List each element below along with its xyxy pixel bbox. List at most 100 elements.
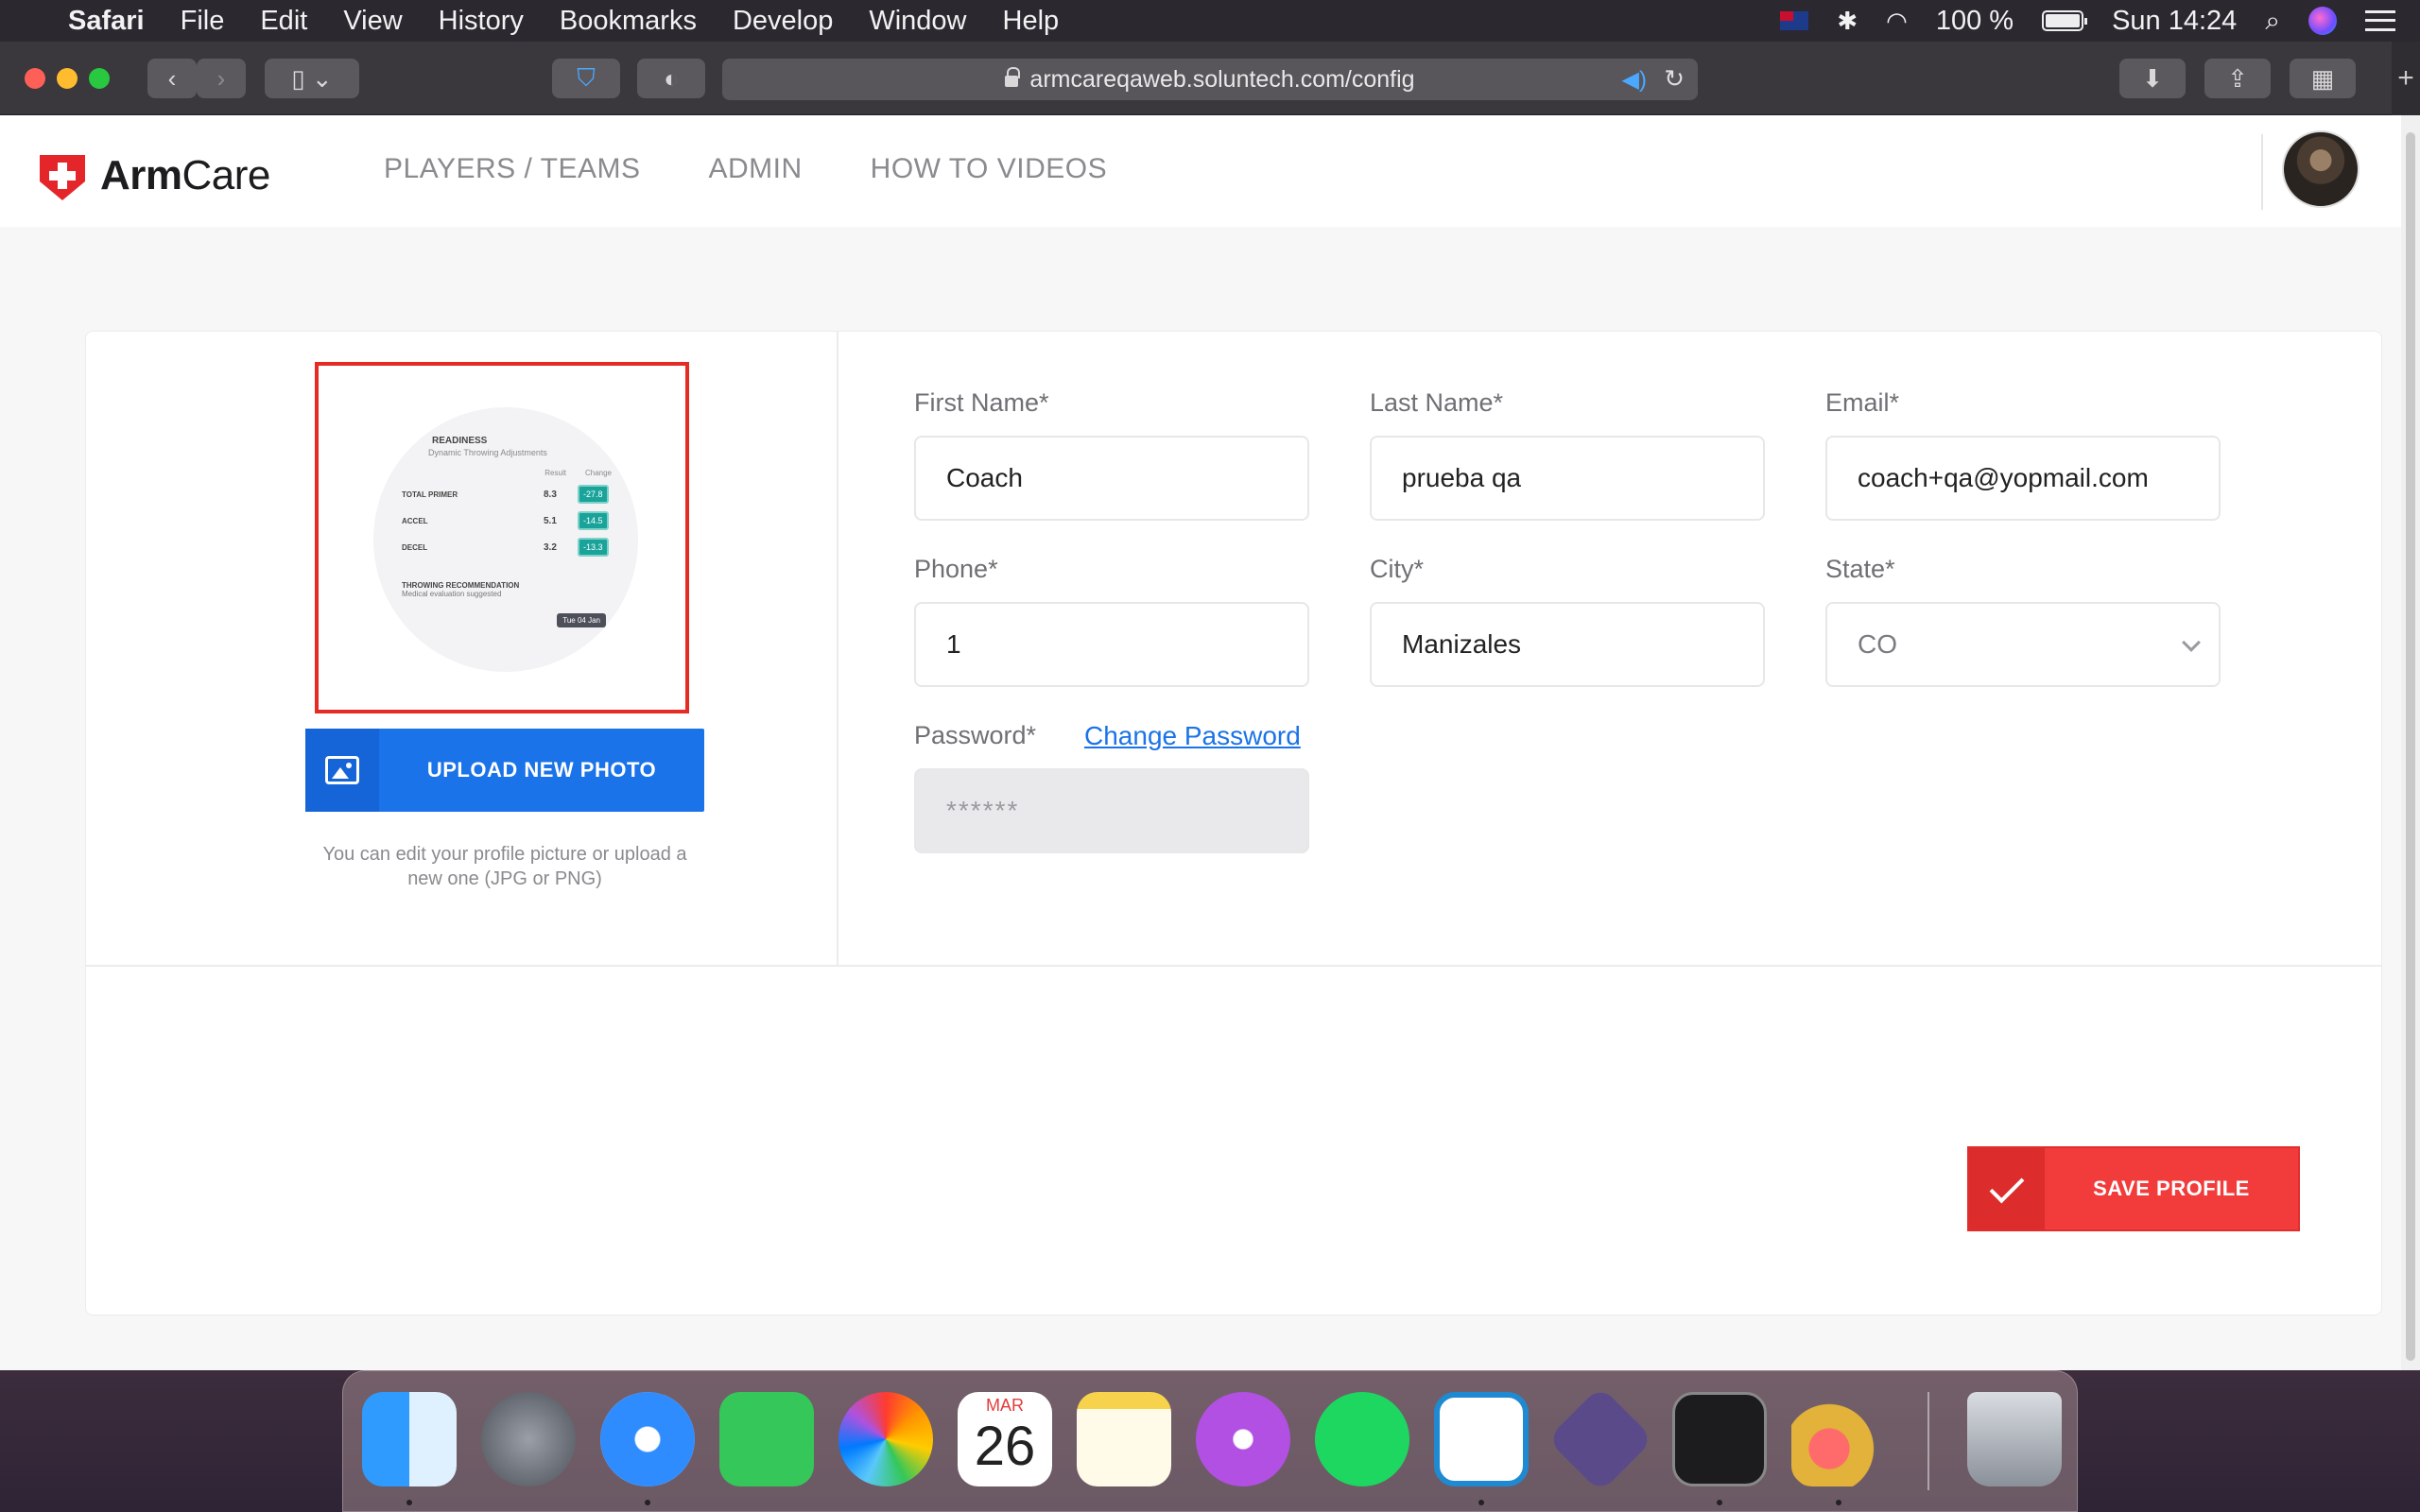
podcasts-icon[interactable] — [1196, 1392, 1290, 1486]
state-select[interactable]: CO — [1825, 602, 2221, 687]
table-row: ACCEL 5.1 -14.5 — [394, 511, 631, 530]
profile-photo[interactable]: READINESS Dynamic Throwing Adjustments R… — [373, 407, 638, 672]
upload-new-photo-button[interactable]: UPLOAD NEW PHOTO — [305, 729, 704, 812]
row-value: 5.1 — [544, 515, 557, 526]
tab-overview-button[interactable]: ▦ — [2290, 59, 2356, 98]
calendar-icon[interactable]: MAR 26 — [958, 1392, 1052, 1486]
sidebar-toggle-button[interactable]: ▯ ⌄ — [265, 59, 359, 98]
window-close-button[interactable] — [25, 68, 45, 89]
row-change-badge: -14.5 — [578, 511, 609, 530]
macos-menu-bar: Safari File Edit View History Bookmarks … — [0, 0, 2420, 42]
window-minimize-button[interactable] — [57, 68, 78, 89]
share-icon: ⇪ — [2227, 63, 2248, 93]
downloads-button[interactable]: ⬇ — [2119, 59, 2186, 98]
lock-icon — [1005, 67, 1021, 87]
menu-history[interactable]: History — [439, 6, 524, 37]
speaker-icon[interactable]: ◀) — [1622, 66, 1647, 94]
city-label: City* — [1370, 555, 1425, 583]
photo-subtitle: Dynamic Throwing Adjustments — [428, 448, 547, 457]
calendar-day: 26 — [974, 1416, 1036, 1477]
siri-icon[interactable] — [2308, 7, 2337, 35]
photo-col-change: Change — [584, 469, 612, 477]
menu-develop[interactable]: Develop — [733, 6, 833, 37]
menu-help[interactable]: Help — [1003, 6, 1060, 37]
back-button[interactable]: ‹ — [147, 59, 197, 98]
notification-center-icon[interactable] — [2365, 10, 2395, 31]
vscode-icon[interactable] — [1434, 1392, 1529, 1486]
first-name-input[interactable]: Coach — [914, 436, 1309, 521]
photos-icon[interactable] — [838, 1392, 933, 1486]
state-label: State* — [1825, 555, 1895, 583]
running-indicator — [1478, 1500, 1484, 1505]
menu-clock[interactable]: Sun 14:24 — [2112, 6, 2237, 37]
first-name-label: First Name* — [914, 388, 1049, 417]
chevron-left-icon: ‹ — [167, 63, 177, 93]
homebrew-icon[interactable] — [1791, 1392, 1886, 1486]
running-indicator — [406, 1500, 412, 1505]
vertical-divider — [837, 332, 838, 965]
forward-button[interactable]: › — [197, 59, 246, 98]
safari-icon[interactable] — [600, 1392, 695, 1486]
wifi-icon[interactable]: ◠ — [1886, 7, 1908, 36]
row-value: 3.2 — [544, 541, 557, 553]
image-icon — [305, 729, 379, 812]
user-avatar[interactable] — [2282, 130, 2360, 208]
nav-admin[interactable]: ADMIN — [708, 153, 802, 185]
city-input[interactable]: Manizales — [1370, 602, 1765, 687]
row-change-badge: -13.3 — [578, 538, 609, 557]
row-label: DECEL — [402, 542, 428, 552]
spotify-icon[interactable] — [1315, 1392, 1409, 1486]
terminal-icon[interactable] — [1672, 1392, 1767, 1486]
phone-input[interactable]: 1 — [914, 602, 1309, 687]
web-page: ArmCare PLAYERS / TEAMS ADMIN HOW TO VID… — [0, 115, 2401, 1370]
extension-button[interactable]: ⛉ — [552, 59, 620, 98]
facetime-icon[interactable] — [719, 1392, 814, 1486]
share-button[interactable]: ⇪ — [2204, 59, 2271, 98]
armcare-logo[interactable]: ArmCare — [36, 149, 270, 202]
battery-icon[interactable] — [2042, 10, 2088, 31]
chevron-right-icon: › — [216, 63, 226, 93]
window-zoom-button[interactable] — [89, 68, 110, 89]
shield-extension-icon: ⛉ — [577, 63, 596, 92]
finder-icon[interactable] — [362, 1392, 457, 1486]
change-password-link[interactable]: Change Password — [1084, 721, 1301, 751]
nav-players-teams[interactable]: PLAYERS / TEAMS — [384, 153, 640, 185]
page-scrollbar[interactable] — [2401, 115, 2420, 1370]
battery-percent[interactable]: 100 % — [1936, 6, 2014, 37]
password-input: ****** — [914, 768, 1309, 853]
profile-card: READINESS Dynamic Throwing Adjustments R… — [85, 331, 2382, 1315]
upload-hint: You can edit your profile picture or upl… — [322, 844, 687, 889]
menu-window[interactable]: Window — [869, 6, 966, 37]
menu-view[interactable]: View — [343, 6, 402, 37]
photo-recommendation: THROWING RECOMMENDATION — [402, 581, 520, 590]
new-tab-button[interactable]: + — [2392, 42, 2420, 115]
email-input[interactable]: coach+qa@yopmail.com — [1825, 436, 2221, 521]
input-source-flag-icon[interactable] — [1780, 11, 1809, 30]
chevron-down-icon — [2182, 633, 2201, 652]
launchpad-icon[interactable] — [481, 1392, 576, 1486]
save-profile-button[interactable]: SAVE PROFILE — [1967, 1146, 2300, 1231]
last-name-input[interactable]: prueba qa — [1370, 436, 1765, 521]
address-bar[interactable]: armcareqaweb.soluntech.com/config ◀) ↻ — [722, 59, 1698, 100]
reload-icon[interactable]: ↻ — [1664, 64, 1685, 94]
photo-title: READINESS — [432, 436, 488, 446]
menu-bookmarks[interactable]: Bookmarks — [560, 6, 697, 37]
row-value: 8.3 — [544, 489, 557, 500]
xcode-simulator-icon[interactable] — [1547, 1385, 1654, 1493]
nav-how-to-videos[interactable]: HOW TO VIDEOS — [871, 153, 1107, 185]
horizontal-divider — [86, 965, 2381, 967]
privacy-report-button[interactable]: ◐ — [637, 59, 705, 98]
dock-separator — [1927, 1392, 1929, 1490]
menu-edit[interactable]: Edit — [260, 6, 307, 37]
running-indicator — [1717, 1500, 1722, 1505]
menu-file[interactable]: File — [181, 6, 225, 37]
brand-name: ArmCare — [100, 152, 270, 198]
menu-app-name[interactable]: Safari — [68, 6, 145, 37]
bluetooth-icon[interactable]: ✱ — [1837, 7, 1858, 36]
row-label: ACCEL — [402, 516, 428, 525]
save-button-label: SAVE PROFILE — [2093, 1177, 2250, 1200]
spotlight-search-icon[interactable]: ⌕ — [2265, 6, 2280, 37]
app-header: ArmCare PLAYERS / TEAMS ADMIN HOW TO VID… — [0, 115, 2401, 227]
notes-icon[interactable] — [1077, 1392, 1171, 1486]
trash-icon[interactable] — [1967, 1392, 2062, 1486]
